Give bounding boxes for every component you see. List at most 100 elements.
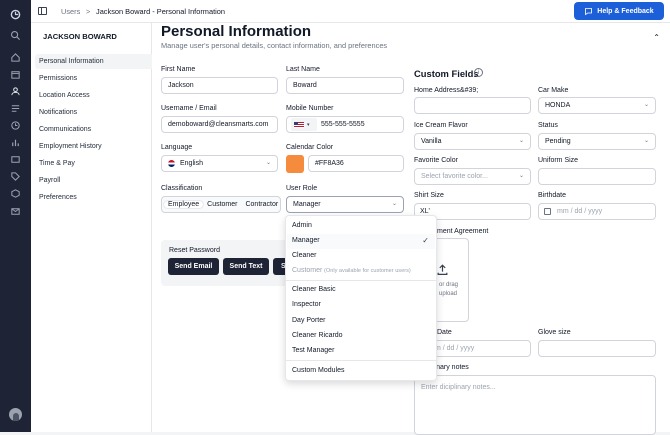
mobile-label: Mobile Number (286, 105, 334, 112)
status-label: Status (538, 122, 558, 129)
calendar-color-swatch[interactable] (286, 155, 304, 173)
dropdown-divider (286, 280, 436, 281)
date-label: Date (437, 329, 452, 336)
users-icon[interactable] (10, 86, 21, 97)
role-option-cleaner[interactable]: Cleaner (292, 252, 317, 259)
calendar-icon[interactable] (10, 69, 21, 80)
uk-flag-icon (168, 160, 175, 167)
calendar-icon (544, 208, 551, 215)
mobile-value: 555-555-5555 (321, 121, 365, 128)
role-option-cleaner-basic[interactable]: Cleaner Basic (292, 286, 336, 293)
favorite-color-placeholder: Select favorite color... (421, 173, 488, 180)
car-make-select[interactable]: HONDA ⌄ (538, 97, 656, 114)
clock-icon[interactable] (10, 120, 21, 131)
chart-icon[interactable] (10, 137, 21, 148)
status-select[interactable]: Pending ⌄ (538, 133, 656, 150)
language-select[interactable]: English ⌄ (161, 155, 278, 172)
date-placeholder: m / dd / yyyy (435, 345, 475, 352)
chevron-down-icon: ⌄ (265, 160, 271, 166)
collapse-chevron-icon[interactable]: ⌃ (653, 33, 660, 42)
page-title: Personal Information (161, 23, 312, 40)
breadcrumb-current: Jackson Boward - Personal Information (96, 7, 225, 16)
ice-cream-value: Vanilla (421, 138, 442, 145)
mail-icon[interactable] (10, 206, 21, 217)
app-logo-icon[interactable] (10, 9, 21, 20)
ice-cream-label: Ice Cream Flavor (414, 122, 468, 129)
list-icon[interactable] (10, 103, 21, 114)
uniform-size-input[interactable] (538, 168, 656, 185)
dropdown-divider (286, 360, 436, 361)
calendar-color-input[interactable]: #FF8A36 (308, 155, 404, 172)
role-option-cleaner-ricardo[interactable]: Cleaner Ricardo (292, 332, 343, 339)
role-option-custom-modules[interactable]: Custom Modules (292, 367, 345, 374)
mobile-input[interactable]: ▾ 555-555-5555 (286, 116, 404, 133)
upload-hint-1: or drag (439, 282, 459, 288)
upload-icon (437, 264, 448, 275)
status-value: Pending (545, 138, 571, 145)
upload-hint-2: upload (439, 291, 458, 297)
tag-icon[interactable] (10, 171, 21, 182)
home-address-input[interactable] (414, 97, 531, 114)
birthdate-placeholder: mm / dd / yyyy (557, 208, 603, 215)
top-bar: Users > Jackson Boward - Personal Inform… (31, 0, 670, 23)
page-subtitle: Manage user's personal details, contact … (161, 41, 388, 50)
classification-employee[interactable]: Employee (164, 201, 204, 208)
favorite-color-select[interactable]: Select favorite color... ⌄ (414, 168, 531, 185)
reset-password-title: Reset Password (169, 247, 220, 254)
chevron-down-icon: ⌄ (391, 201, 397, 207)
classification-label: Classification (161, 185, 203, 192)
custom-fields-title: Custom Fields (414, 68, 479, 79)
country-code-selector[interactable]: ▾ (291, 118, 317, 131)
chevron-down-icon: ⌄ (643, 138, 649, 144)
username-input[interactable]: demoboward@cleansmarts.com (161, 116, 278, 133)
glove-size-input[interactable] (538, 340, 656, 357)
chevron-down-icon: ⌄ (518, 138, 524, 144)
sidebar-toggle-icon[interactable] (38, 7, 47, 15)
glove-size-label: Glove size (538, 329, 571, 336)
box-icon[interactable] (10, 188, 21, 199)
role-option-manager[interactable]: Manager (292, 237, 320, 244)
classification-customer[interactable]: Customer (203, 201, 241, 208)
help-feedback-button[interactable]: Help & Feedback (574, 2, 664, 20)
help-feedback-label: Help & Feedback (597, 7, 654, 15)
user-role-value: Manager (293, 201, 321, 208)
customer-option-note: (Only available for customer users) (324, 268, 411, 274)
language-value: English (180, 160, 203, 167)
car-make-label: Car Make (538, 87, 569, 94)
birthdate-input[interactable]: mm / dd / yyyy (538, 203, 656, 220)
role-option-customer: Customer (292, 267, 323, 274)
avatar[interactable] (9, 408, 22, 421)
chevron-down-icon: ⌄ (643, 102, 649, 108)
role-option-admin[interactable]: Admin (292, 222, 312, 229)
chevron-down-icon: ⌄ (518, 173, 524, 179)
info-icon[interactable]: i (474, 68, 483, 77)
breadcrumb-root[interactable]: Users (61, 7, 80, 16)
user-name: JACKSON BOWARD (43, 32, 117, 41)
send-email-button[interactable]: Send Email (168, 258, 219, 275)
us-flag-icon (294, 122, 304, 128)
home-icon[interactable] (10, 52, 21, 63)
role-option-day-porter[interactable]: Day Porter (292, 317, 325, 324)
disciplinary-notes-textarea[interactable]: Enter diciplinary notes... (414, 375, 656, 435)
classification-segmented-control[interactable]: Employee Customer Contractor (161, 196, 281, 213)
first-name-input[interactable]: Jackson (161, 77, 278, 94)
user-role-select[interactable]: Manager ⌄ (286, 196, 404, 213)
username-label: Username / Email (161, 105, 217, 112)
ice-cream-select[interactable]: Vanilla ⌄ (414, 133, 531, 150)
search-icon[interactable] (10, 30, 21, 41)
first-name-label: First Name (161, 66, 196, 73)
calendar-color-label: Calendar Color (286, 144, 334, 151)
uniform-size-label: Uniform Size (538, 157, 579, 164)
chevron-right-icon: > (86, 7, 91, 16)
send-text-button[interactable]: Send Text (223, 258, 269, 275)
settings-sidebar: JACKSON BOWARD Personal Information Perm… (31, 23, 180, 432)
role-option-test-manager[interactable]: Test Manager (292, 347, 334, 354)
role-option-inspector[interactable]: Inspector (292, 301, 321, 308)
classification-contractor[interactable]: Contractor (241, 201, 282, 208)
last-name-input[interactable]: Boward (286, 77, 404, 94)
card-icon[interactable] (10, 154, 21, 165)
disciplinary-notes-placeholder: Enter diciplinary notes... (421, 384, 496, 391)
language-label: Language (161, 144, 193, 151)
agreement-label: ment Agreement (437, 228, 489, 235)
check-icon: ✓ (422, 236, 429, 245)
